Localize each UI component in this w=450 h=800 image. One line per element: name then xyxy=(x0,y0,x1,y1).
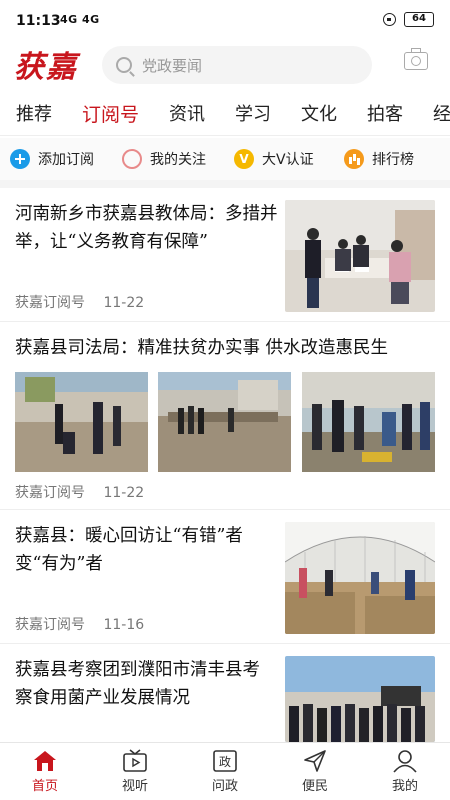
article-date: 11-22 xyxy=(103,485,145,501)
v-badge-icon: V xyxy=(234,149,254,169)
article-card[interactable]: 河南新乡市获嘉县教体局：多措并举，让“义务教育有保障” 获嘉订阅号 11-22 xyxy=(0,188,450,322)
verified-button[interactable]: V 大V认证 xyxy=(224,138,334,180)
lock-icon xyxy=(383,13,396,26)
send-icon xyxy=(304,750,326,772)
article-thumbnail xyxy=(158,372,291,472)
article-thumbnail xyxy=(285,522,435,634)
nav-video[interactable]: 视听 xyxy=(90,743,180,800)
bottom-nav: 首页 视听 政 问政 便民 我的 xyxy=(0,742,450,800)
add-subscription-button[interactable]: 添加订阅 xyxy=(0,138,112,180)
tab-study[interactable]: 学习 xyxy=(219,92,285,135)
battery-icon: 64 xyxy=(404,12,434,27)
article-title: 获嘉县：暖心回访让“有错”者变“有为”者 xyxy=(15,526,243,574)
nav-profile[interactable]: 我的 xyxy=(360,743,450,800)
search-bar[interactable]: 党政要闻 xyxy=(102,46,372,84)
home-icon xyxy=(34,751,56,771)
my-follows-button[interactable]: 我的关注 xyxy=(112,138,224,180)
app-header: 获嘉 党政要闻 xyxy=(0,40,450,90)
article-title: 河南新乡市获嘉县教体局：多措并举，让“义务教育有保障” xyxy=(15,204,278,252)
nav-services[interactable]: 便民 xyxy=(270,743,360,800)
search-icon xyxy=(116,57,132,73)
article-source: 获嘉订阅号 xyxy=(15,295,85,311)
search-input[interactable]: 党政要闻 xyxy=(142,55,202,76)
category-tabs: 推荐 订阅号 资讯 学习 文化 拍客 经济 xyxy=(0,92,450,136)
article-date: 11-16 xyxy=(103,617,145,633)
status-bar: 11:13 4G 4G 64 xyxy=(0,0,450,40)
article-thumbnail xyxy=(285,656,435,742)
tab-subscriptions[interactable]: 订阅号 xyxy=(66,92,153,135)
user-icon xyxy=(393,750,417,773)
ranking-button[interactable]: 排行榜 xyxy=(334,138,450,180)
article-thumbnail xyxy=(302,372,435,472)
svg-text:政: 政 xyxy=(219,755,231,769)
article-date: 11-22 xyxy=(103,295,145,311)
nav-inquiry[interactable]: 政 问政 xyxy=(180,743,270,800)
article-card[interactable]: 获嘉县司法局：精准扶贫办实事 供水改造惠民生 获嘉订阅号 11-22 xyxy=(0,322,450,510)
article-thumbnail xyxy=(15,372,148,472)
article-thumbnail xyxy=(285,200,435,312)
article-source: 获嘉订阅号 xyxy=(15,617,85,633)
plus-icon xyxy=(10,149,30,169)
article-meta: 获嘉订阅号 11-22 xyxy=(15,482,144,502)
tab-recommend[interactable]: 推荐 xyxy=(0,92,66,135)
quick-actions: 添加订阅 我的关注 V 大V认证 排行榜 xyxy=(0,138,450,188)
article-title: 获嘉县考察团到濮阳市清丰县考察食用菌产业发展情况 xyxy=(15,660,260,708)
tab-photographer[interactable]: 拍客 xyxy=(351,92,417,135)
tab-news[interactable]: 资讯 xyxy=(153,92,219,135)
tv-icon xyxy=(123,749,147,772)
signal-icon: 4G 4G xyxy=(60,13,100,26)
app-logo[interactable]: 获嘉 xyxy=(14,42,78,86)
article-source: 获嘉订阅号 xyxy=(15,485,85,501)
circle-icon xyxy=(122,149,142,169)
nav-home[interactable]: 首页 xyxy=(0,743,90,800)
tab-economy[interactable]: 经济 xyxy=(417,92,450,135)
chart-icon xyxy=(344,149,364,169)
article-card[interactable]: 获嘉县：暖心回访让“有错”者变“有为”者 获嘉订阅号 11-16 xyxy=(0,510,450,644)
government-icon: 政 xyxy=(213,750,237,772)
article-meta: 获嘉订阅号 11-22 xyxy=(15,292,144,312)
article-meta: 获嘉订阅号 11-16 xyxy=(15,614,144,634)
tab-culture[interactable]: 文化 xyxy=(285,92,351,135)
article-title: 获嘉县司法局：精准扶贫办实事 供水改造惠民生 xyxy=(15,338,389,358)
status-time: 11:13 xyxy=(16,13,61,29)
article-card[interactable]: 获嘉县考察团到濮阳市清丰县考察食用菌产业发展情况 xyxy=(0,644,450,742)
camera-icon[interactable] xyxy=(404,48,428,70)
